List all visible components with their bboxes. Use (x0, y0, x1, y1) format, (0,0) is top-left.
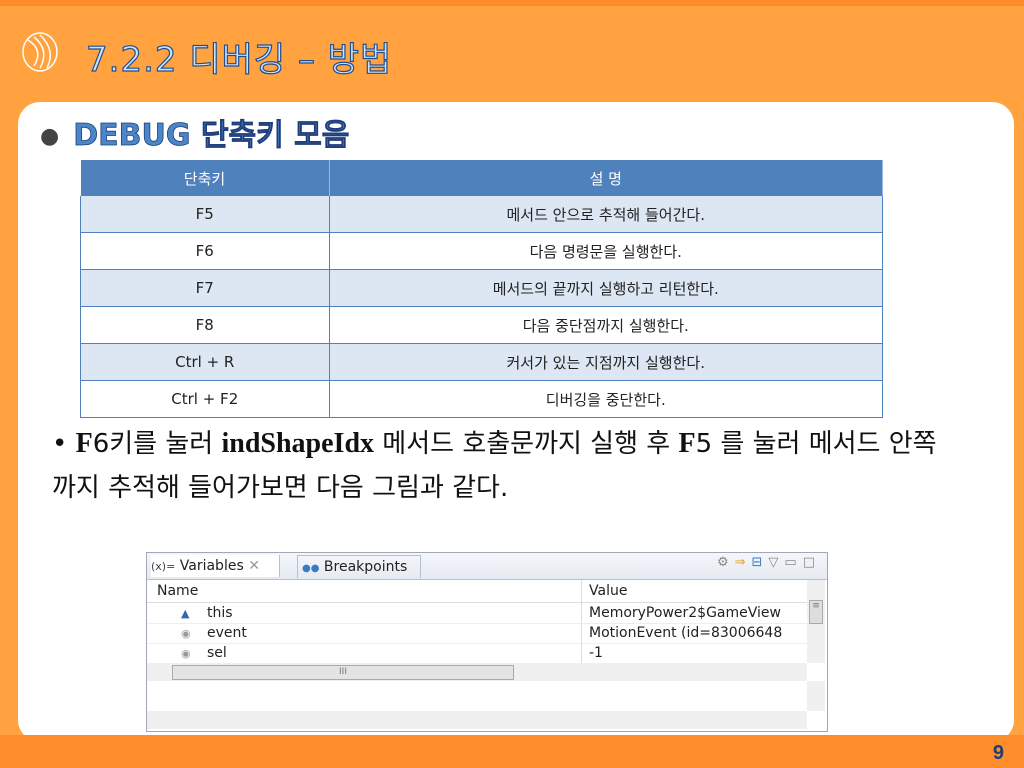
var-value: -1 (589, 645, 603, 661)
maximize-icon[interactable]: □ (803, 555, 821, 570)
footer-band (0, 735, 1024, 768)
var-value: MotionEvent (id=83006648 (589, 625, 783, 641)
tab-breakpoints[interactable]: ●● Breakpoints (297, 555, 421, 578)
local-icon: ◉ (181, 627, 191, 640)
key-cell: F6 (80, 232, 330, 270)
shortcut-table: 단축키 설 명 F5 메서드 안으로 추적해 들어간다. F6 다음 명령문을 실행한… (80, 160, 883, 418)
var-value: MemoryPower2$GameView (589, 605, 781, 621)
subtitle: ● DEBUG 단축키 모음 (40, 110, 350, 154)
table-row: Ctrl + F2 디버깅을 중단한다. (80, 380, 883, 418)
col-name[interactable]: Name (157, 580, 198, 602)
table-row: F5 메서드 안으로 추적해 들어간다. (80, 196, 883, 233)
detail-vertical-scrollbar[interactable] (807, 681, 825, 711)
key-cell: Ctrl + F2 (80, 380, 330, 418)
logo-icon (22, 32, 58, 72)
detail-horizontal-scrollbar[interactable] (147, 711, 807, 729)
method-name: indShapeIdx (221, 428, 375, 459)
table-row: F8 다음 중단점까지 실행한다. (80, 306, 883, 344)
var-name: this (207, 605, 233, 621)
tab-label: Variables (179, 558, 244, 574)
show-type-icon[interactable]: ⚙ (717, 555, 735, 570)
variable-row[interactable]: ◉ event MotionEvent (id=83006648 (147, 624, 807, 644)
col-header-desc: 설 명 (329, 160, 883, 196)
tab-variables[interactable]: (x)= Variables ✕ (151, 555, 280, 577)
desc-cell: 디버깅을 중단한다. (328, 380, 883, 418)
desc-cell: 커서가 있는 지점까지 실행한다. (328, 343, 883, 381)
text: 6키를 눌러 (92, 429, 222, 459)
key-f6: F (75, 428, 93, 459)
variable-row[interactable]: ▲ this MemoryPower2$GameView (147, 604, 807, 624)
horizontal-scrollbar[interactable]: III (147, 663, 807, 681)
local-icon: ◉ (181, 647, 191, 660)
table-row: Ctrl + R 커서가 있는 지점까지 실행한다. (80, 343, 883, 381)
var-name: sel (207, 645, 227, 661)
close-icon[interactable]: ✕ (248, 558, 260, 574)
view-tabs: (x)= Variables ✕ ●● Breakpoints ⚙⇒⊟▽▭□ (147, 553, 827, 580)
key-cell: F5 (80, 196, 330, 233)
top-strip (0, 0, 1024, 6)
bullet-icon: ● (40, 124, 60, 149)
view-menu-icon[interactable]: ▽ (768, 555, 784, 570)
desc-cell: 다음 중단점까지 실행한다. (328, 306, 883, 344)
desc-cell: 다음 명령문을 실행한다. (328, 232, 883, 270)
key-f5: F (678, 428, 696, 459)
eclipse-variables-view: (x)= Variables ✕ ●● Breakpoints ⚙⇒⊟▽▭□ N… (146, 552, 828, 732)
var-name: event (207, 625, 247, 641)
desc-cell: 메서드의 끝까지 실행하고 리턴한다. (328, 269, 883, 307)
desc-cell: 메서드 안으로 추적해 들어간다. (328, 196, 883, 233)
table-row: F6 다음 명령문을 실행한다. (80, 232, 883, 270)
scroll-thumb[interactable]: III (172, 665, 514, 680)
col-header-key: 단축키 (80, 160, 330, 196)
collapse-all-icon[interactable]: ⊟ (752, 555, 769, 570)
column-headers: Name Value (147, 580, 807, 603)
key-cell: Ctrl + R (80, 343, 330, 381)
page-number: 9 (992, 742, 1004, 764)
vertical-scrollbar[interactable]: ≡ (807, 580, 825, 663)
variables-icon: (x)= (151, 560, 176, 573)
breakpoints-icon: ●● (302, 563, 320, 574)
variable-row[interactable]: ◉ sel -1 (147, 644, 807, 663)
bullet-paragraph: • F6키를 눌러 indShapeIdx 메서드 호출문까지 실행 후 F5 … (52, 428, 937, 503)
text: 메서드 호출문까지 실행 후 (374, 429, 679, 459)
view-toolbar: ⚙⇒⊟▽▭□ (717, 555, 821, 570)
table-row: F7 메서드의 끝까지 실행하고 리턴한다. (80, 269, 883, 307)
subtitle-text: DEBUG 단축키 모음 (73, 118, 350, 154)
key-cell: F8 (80, 306, 330, 344)
key-cell: F7 (80, 269, 330, 307)
minimize-icon[interactable]: ▭ (784, 555, 802, 570)
col-value[interactable]: Value (589, 580, 627, 602)
show-logical-icon[interactable]: ⇒ (735, 555, 752, 570)
tab-label: Breakpoints (323, 559, 408, 575)
slide-title: 7.2.2 디버깅 – 방법 (85, 39, 393, 80)
field-icon: ▲ (181, 607, 190, 620)
